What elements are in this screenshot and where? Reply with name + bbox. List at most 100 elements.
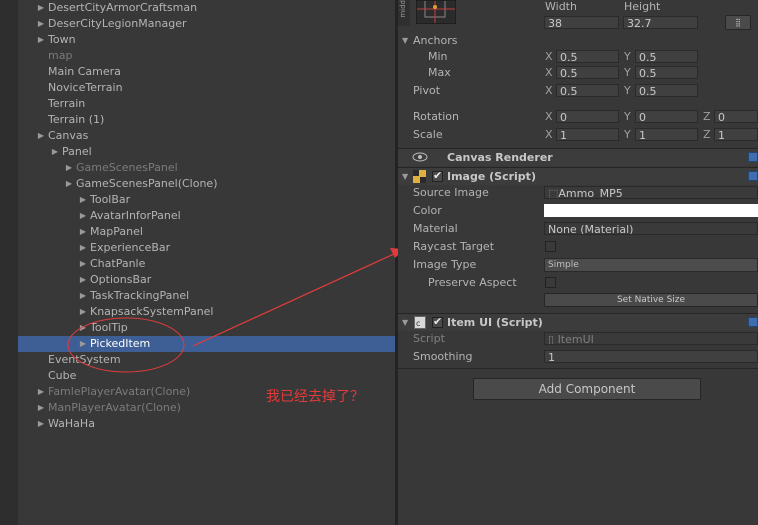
- expand-arrow-icon[interactable]: ▶: [78, 240, 88, 256]
- scale-z-field[interactable]: 1: [714, 128, 758, 141]
- hierarchy-item[interactable]: Terrain (1): [18, 112, 395, 128]
- raycast-target-checkbox[interactable]: [545, 241, 556, 252]
- smoothing-label: Smoothing: [413, 350, 473, 363]
- image-component-header[interactable]: ▼ ✔ Image (Script): [398, 167, 758, 185]
- scale-z-axis: Z: [703, 128, 711, 141]
- hierarchy-item-label: ChatPanle: [90, 257, 146, 270]
- hierarchy-item[interactable]: ▶ ToolTip: [18, 320, 395, 336]
- hierarchy-item[interactable]: ▶ Panel: [18, 144, 395, 160]
- item-ui-fold-icon[interactable]: ▼: [402, 318, 408, 327]
- anchors-fold-icon[interactable]: ▼: [402, 36, 408, 45]
- hierarchy-item[interactable]: ▶ DesertCityArmorCraftsman: [18, 0, 395, 16]
- expand-arrow-icon[interactable]: ▶: [78, 336, 88, 352]
- scale-y-field[interactable]: 1: [635, 128, 698, 141]
- anchors-min-x-field[interactable]: 0.5: [556, 50, 619, 63]
- set-native-size-button[interactable]: Set Native Size: [544, 293, 758, 307]
- hierarchy-item[interactable]: EventSystem: [18, 352, 395, 368]
- pivot-x-field[interactable]: 0.5: [556, 84, 619, 97]
- source-image-value: Ammo_MP5: [558, 187, 623, 199]
- hierarchy-item[interactable]: ▶ PickedItem: [18, 336, 395, 352]
- hierarchy-item[interactable]: ▶ ToolBar: [18, 192, 395, 208]
- help-icon[interactable]: [748, 317, 758, 327]
- scale-y-axis: Y: [624, 128, 631, 141]
- preserve-aspect-checkbox[interactable]: [545, 277, 556, 288]
- expand-arrow-icon[interactable]: ▶: [78, 208, 88, 224]
- expand-arrow-icon[interactable]: ▶: [36, 384, 46, 400]
- image-fold-icon[interactable]: ▼: [402, 172, 408, 181]
- material-field[interactable]: None (Material): [544, 222, 758, 235]
- help-icon[interactable]: [748, 152, 758, 162]
- smoothing-field[interactable]: 1: [544, 350, 758, 363]
- anchors-max-y-field[interactable]: 0.5: [635, 66, 698, 79]
- expand-arrow-icon[interactable]: ▶: [78, 304, 88, 320]
- hierarchy-item[interactable]: Main Camera: [18, 64, 395, 80]
- item-ui-component-header[interactable]: ▼ c ✔ Item UI (Script): [398, 313, 758, 331]
- hierarchy-item-label: DesertCityArmorCraftsman: [48, 1, 198, 14]
- anchors-max-x-field[interactable]: 0.5: [556, 66, 619, 79]
- rotation-z-field[interactable]: 0: [714, 110, 758, 123]
- scale-x-axis: X: [545, 128, 553, 141]
- rotation-y-field[interactable]: 0: [635, 110, 698, 123]
- expand-arrow-icon[interactable]: ▶: [50, 144, 60, 160]
- width-field[interactable]: 38: [544, 16, 619, 29]
- hierarchy-item[interactable]: ▶ ChatPanle: [18, 256, 395, 272]
- image-type-dropdown[interactable]: Simple: [544, 258, 758, 272]
- scale-x-field[interactable]: 1: [556, 128, 619, 141]
- hierarchy-item-label: Town: [48, 33, 76, 46]
- hierarchy-item[interactable]: ▶ DeserCityLegionManager: [18, 16, 395, 32]
- checkmark-icon: ✔: [433, 169, 443, 182]
- anchor-preset-button[interactable]: [416, 0, 456, 24]
- annotation-text: 我已经去掉了？: [266, 389, 364, 405]
- expand-arrow-icon[interactable]: ▶: [78, 320, 88, 336]
- expand-arrow-icon[interactable]: ▶: [36, 32, 46, 48]
- expand-arrow-icon[interactable]: ▶: [64, 176, 74, 192]
- hierarchy-item[interactable]: ▶ GameScenesPanel: [18, 160, 395, 176]
- rotation-x-field[interactable]: 0: [556, 110, 619, 123]
- width-label: Width: [545, 0, 577, 13]
- hierarchy-item[interactable]: ▶ GameScenesPanel(Clone): [18, 176, 395, 192]
- add-component-button[interactable]: Add Component: [473, 378, 701, 400]
- color-field[interactable]: [544, 204, 758, 217]
- hierarchy-item[interactable]: ▶ ExperienceBar: [18, 240, 395, 256]
- pivot-y-field[interactable]: 0.5: [635, 84, 698, 97]
- scale-label: Scale: [413, 128, 443, 141]
- hierarchy-item[interactable]: Cube: [18, 368, 395, 384]
- hierarchy-item-label: ToolTip: [90, 321, 128, 334]
- expand-arrow-icon[interactable]: ▶: [78, 224, 88, 240]
- hierarchy-item[interactable]: NoviceTerrain: [18, 80, 395, 96]
- expand-arrow-icon[interactable]: ▶: [78, 192, 88, 208]
- expand-arrow-icon[interactable]: ▶: [78, 272, 88, 288]
- hierarchy-item[interactable]: ▶ WaHaHa: [18, 416, 395, 432]
- hierarchy-item[interactable]: map: [18, 48, 395, 64]
- hierarchy-item[interactable]: ▶ AvatarInforPanel: [18, 208, 395, 224]
- rotation-x-axis: X: [545, 110, 553, 123]
- expand-arrow-icon[interactable]: ▶: [36, 0, 46, 16]
- source-image-field[interactable]: ⬚Ammo_MP5: [544, 186, 758, 199]
- expand-arrow-icon[interactable]: ▶: [78, 288, 88, 304]
- anchors-min-y-field[interactable]: 0.5: [635, 50, 698, 63]
- image-enabled-checkbox[interactable]: ✔: [432, 169, 443, 182]
- expand-arrow-icon[interactable]: ▶: [36, 416, 46, 432]
- item-ui-enabled-checkbox[interactable]: ✔: [432, 315, 443, 328]
- hierarchy-item[interactable]: Terrain: [18, 96, 395, 112]
- preserve-aspect-label: Preserve Aspect: [428, 276, 517, 289]
- hierarchy-item[interactable]: ▶ TaskTrackingPanel: [18, 288, 395, 304]
- canvas-renderer-header[interactable]: Canvas Renderer: [398, 148, 758, 166]
- hierarchy-item[interactable]: ▶ OptionsBar: [18, 272, 395, 288]
- color-label: Color: [413, 204, 442, 217]
- script-value: ItemUI: [557, 333, 594, 345]
- expand-arrow-icon[interactable]: ▶: [64, 160, 74, 176]
- height-label: Height: [624, 0, 661, 13]
- hierarchy-item[interactable]: ▶ Canvas: [18, 128, 395, 144]
- raw-edit-button[interactable]: ⣿: [725, 15, 751, 30]
- hierarchy-item[interactable]: ▶ Town: [18, 32, 395, 48]
- expand-arrow-icon[interactable]: ▶: [36, 400, 46, 416]
- expand-arrow-icon[interactable]: ▶: [36, 128, 46, 144]
- expand-arrow-icon[interactable]: ▶: [36, 16, 46, 32]
- height-field[interactable]: 32.7: [623, 16, 698, 29]
- help-icon[interactable]: [748, 171, 758, 181]
- expand-arrow-icon[interactable]: ▶: [78, 256, 88, 272]
- hierarchy-item[interactable]: ▶ KnapsackSystemPanel: [18, 304, 395, 320]
- hierarchy-item[interactable]: ▶ MapPanel: [18, 224, 395, 240]
- hierarchy-item-label: ManPlayerAvatar(Clone): [48, 401, 181, 414]
